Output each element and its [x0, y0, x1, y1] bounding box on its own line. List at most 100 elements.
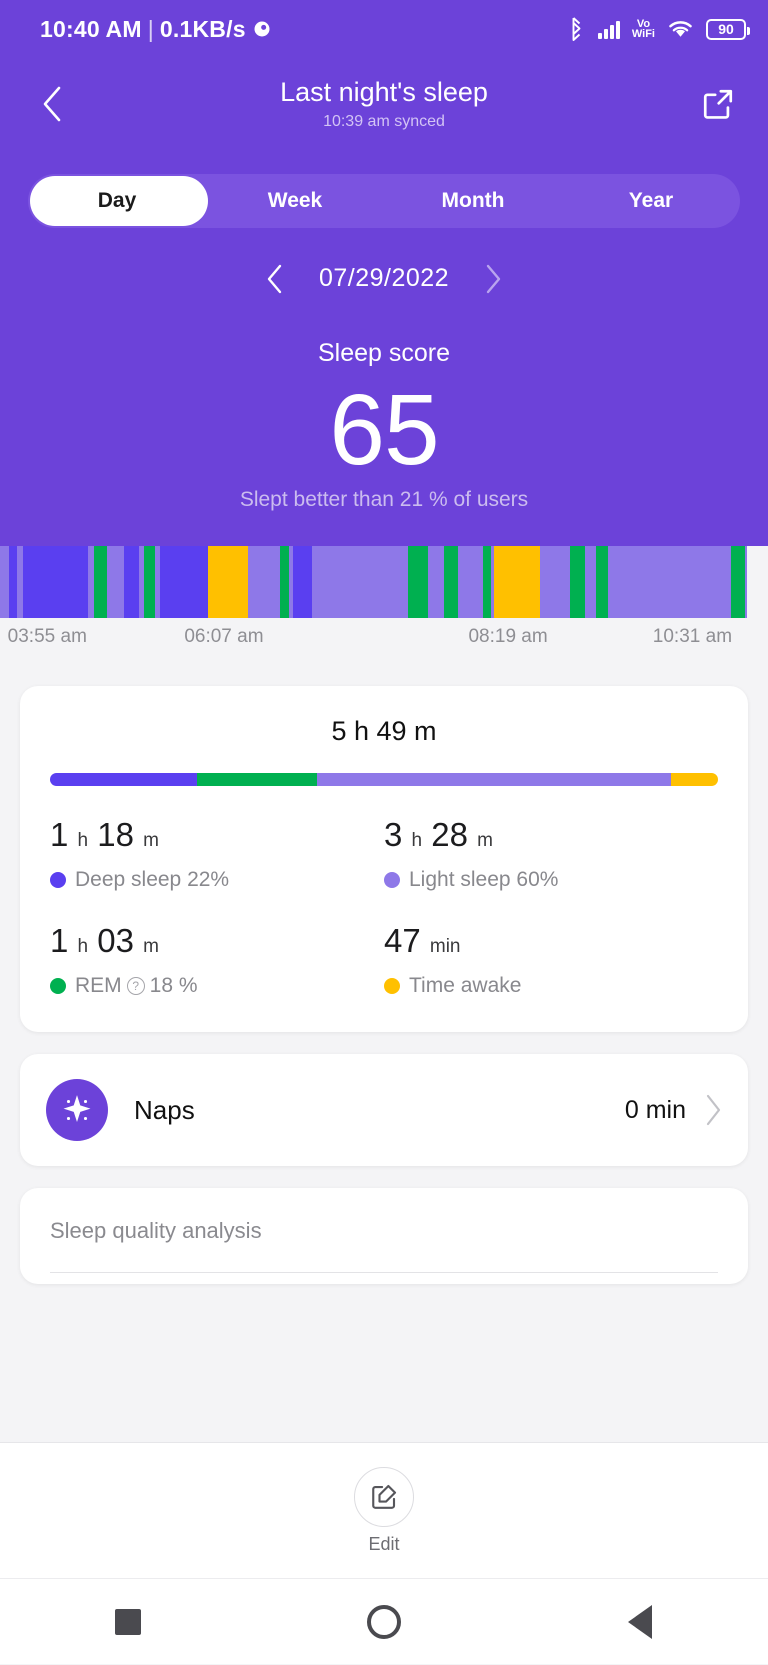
stat-label-text: REM — [75, 974, 122, 997]
sleep-stage-segment-deep — [123, 546, 139, 618]
header-region: 10:40 AM | 0.1KB/s Vo WiFi 90 Last night… — [0, 0, 768, 546]
tab-month[interactable]: Month — [384, 174, 562, 228]
sleep-composition-bar — [50, 773, 718, 786]
time-axis-label: 03:55 am — [7, 626, 87, 647]
time-axis-label: 10:31 am — [652, 626, 733, 647]
recents-button[interactable] — [83, 1579, 173, 1665]
sleep-stage-segment-rem — [143, 546, 156, 618]
circle-icon — [367, 1604, 401, 1639]
composition-segment-awake — [671, 773, 718, 786]
divider — [50, 1272, 718, 1273]
tab-week[interactable]: Week — [206, 174, 384, 228]
help-icon[interactable]: ? — [126, 977, 145, 995]
sleep-summary-card: 5 h 49 m 1 h 18 m Deep sleep 22% 3 h 28 m L… — [20, 686, 748, 1032]
triangle-back-icon — [628, 1604, 652, 1639]
sleep-stat-label: Light sleep 60% — [409, 868, 559, 891]
share-button[interactable] — [696, 82, 740, 126]
sleep-stage-segment-light — [744, 546, 748, 618]
sleep-stage-segment-rem — [280, 546, 289, 618]
sleep-stat-value: 47 min — [384, 922, 461, 959]
sleep-stage-segment-light — [585, 546, 596, 618]
sleep-quality-card[interactable]: Sleep quality analysis — [20, 1188, 748, 1284]
battery-level: 90 — [718, 21, 734, 37]
period-tabs: Day Week Month Year — [28, 174, 740, 228]
edit-bar[interactable]: Edit — [0, 1442, 768, 1578]
edit-label: Edit — [368, 1533, 400, 1554]
sleep-stage-segment-deep — [9, 546, 17, 618]
sleep-score-comparison: Slept better than 21 % of users — [239, 488, 529, 511]
signal-icon — [597, 19, 620, 39]
sleep-stage-segment-deep — [23, 546, 88, 618]
volte-wifi-icon: Vo WiFi — [631, 19, 655, 40]
sleep-stat-legend: Time awake — [384, 974, 718, 998]
tab-year[interactable]: Year — [562, 174, 740, 228]
prev-day-button[interactable] — [261, 264, 289, 293]
back-nav-button[interactable] — [595, 1579, 685, 1665]
stat-label-suffix: 18 % — [149, 974, 198, 997]
sleep-stage-segment-light — [0, 546, 10, 618]
current-date[interactable]: 07/29/2022 — [319, 264, 449, 293]
android-nav-bar — [0, 1578, 768, 1664]
home-button[interactable] — [339, 1579, 429, 1665]
legend-dot-light — [384, 872, 400, 888]
legend-dot-deep — [50, 872, 66, 888]
sleep-stage-segment-rem — [569, 546, 585, 618]
sleep-score-label: Sleep score — [317, 339, 451, 367]
composition-segment-light — [317, 773, 672, 786]
wifi-calling-label: WiFi — [631, 28, 655, 40]
title-wrap: Last night's sleep 10:39 am synced — [280, 75, 488, 134]
sleep-stage-segment-rem — [94, 546, 107, 618]
total-sleep-duration: 5 h 49 m — [331, 716, 437, 746]
square-icon — [115, 1608, 141, 1635]
status-bar: 10:40 AM | 0.1KB/s Vo WiFi 90 — [0, 0, 768, 58]
composition-segment-deep — [50, 773, 197, 786]
back-button[interactable] — [30, 82, 74, 126]
sleep-stage-segment-light — [87, 546, 95, 618]
time-axis-label: 06:07 am — [184, 626, 264, 647]
legend-dot-rem — [50, 978, 66, 994]
chevron-right-icon[interactable] — [704, 1094, 722, 1126]
status-bar-right: Vo WiFi 90 — [567, 17, 750, 41]
status-separator: | — [147, 15, 154, 42]
sleep-stage-segment-light — [540, 546, 570, 618]
tab-day[interactable]: Day — [28, 174, 206, 228]
battery-icon: 90 — [706, 18, 750, 40]
sleep-stat-value: 1 h 03 m — [50, 922, 159, 959]
edit-square-icon[interactable] — [354, 1466, 414, 1527]
sleep-stat-legend: Deep sleep 22% — [50, 868, 384, 892]
sparkle-icon — [46, 1079, 108, 1141]
location-icon — [252, 19, 272, 39]
sleep-stat-legend: REM? 18 % — [50, 974, 384, 998]
sleep-stat-label: Deep sleep 22% — [75, 868, 230, 891]
sleep-stage-segment-deep — [160, 546, 209, 618]
naps-card[interactable]: Naps 0 min — [20, 1054, 748, 1166]
sleep-stage-segment-light — [458, 546, 483, 618]
sleep-stage-segment-light — [247, 546, 281, 618]
sleep-stage-segment-light — [106, 546, 124, 618]
sleep-stage-segment-rem — [482, 546, 491, 618]
sleep-stat-label: Time awake — [409, 974, 522, 997]
sleep-stat-legend: Light sleep 60% — [384, 868, 718, 892]
sleep-stage-segment-rem — [443, 546, 459, 618]
status-bar-left: 10:40 AM | 0.1KB/s — [40, 16, 272, 43]
sleep-stage-segment-deep — [293, 546, 312, 618]
sleep-chart-time-axis: 03:55 am 06:07 am 08:19 am 10:31 am — [0, 618, 768, 664]
sleep-stage-segment-light — [311, 546, 408, 618]
next-day-button[interactable] — [479, 264, 507, 293]
sleep-stat-value: 3 h 28 m — [384, 816, 493, 853]
sleep-stage-segment-awake — [494, 546, 541, 618]
tabs-wrap: Day Week Month Year — [0, 150, 768, 228]
wifi-icon — [667, 18, 694, 40]
sleep-stat-cell: 3 h 28 m Light sleep 60% — [384, 816, 718, 892]
title-bar: Last night's sleep 10:39 am synced — [0, 58, 768, 150]
sleep-stage-chart[interactable] — [0, 546, 768, 618]
sleep-score-value: 65 — [329, 374, 439, 486]
sleep-stat-value: 1 h 18 m — [50, 816, 159, 853]
page-title: Last night's sleep — [280, 76, 488, 107]
sleep-stage-segment-light — [427, 546, 444, 618]
status-time: 10:40 AM — [40, 15, 142, 42]
status-net-speed: 0.1KB/s — [159, 15, 246, 42]
sleep-stage-segment-rem — [730, 546, 745, 618]
time-axis-label: 08:19 am — [468, 626, 548, 647]
legend-dot-awake — [384, 978, 400, 994]
